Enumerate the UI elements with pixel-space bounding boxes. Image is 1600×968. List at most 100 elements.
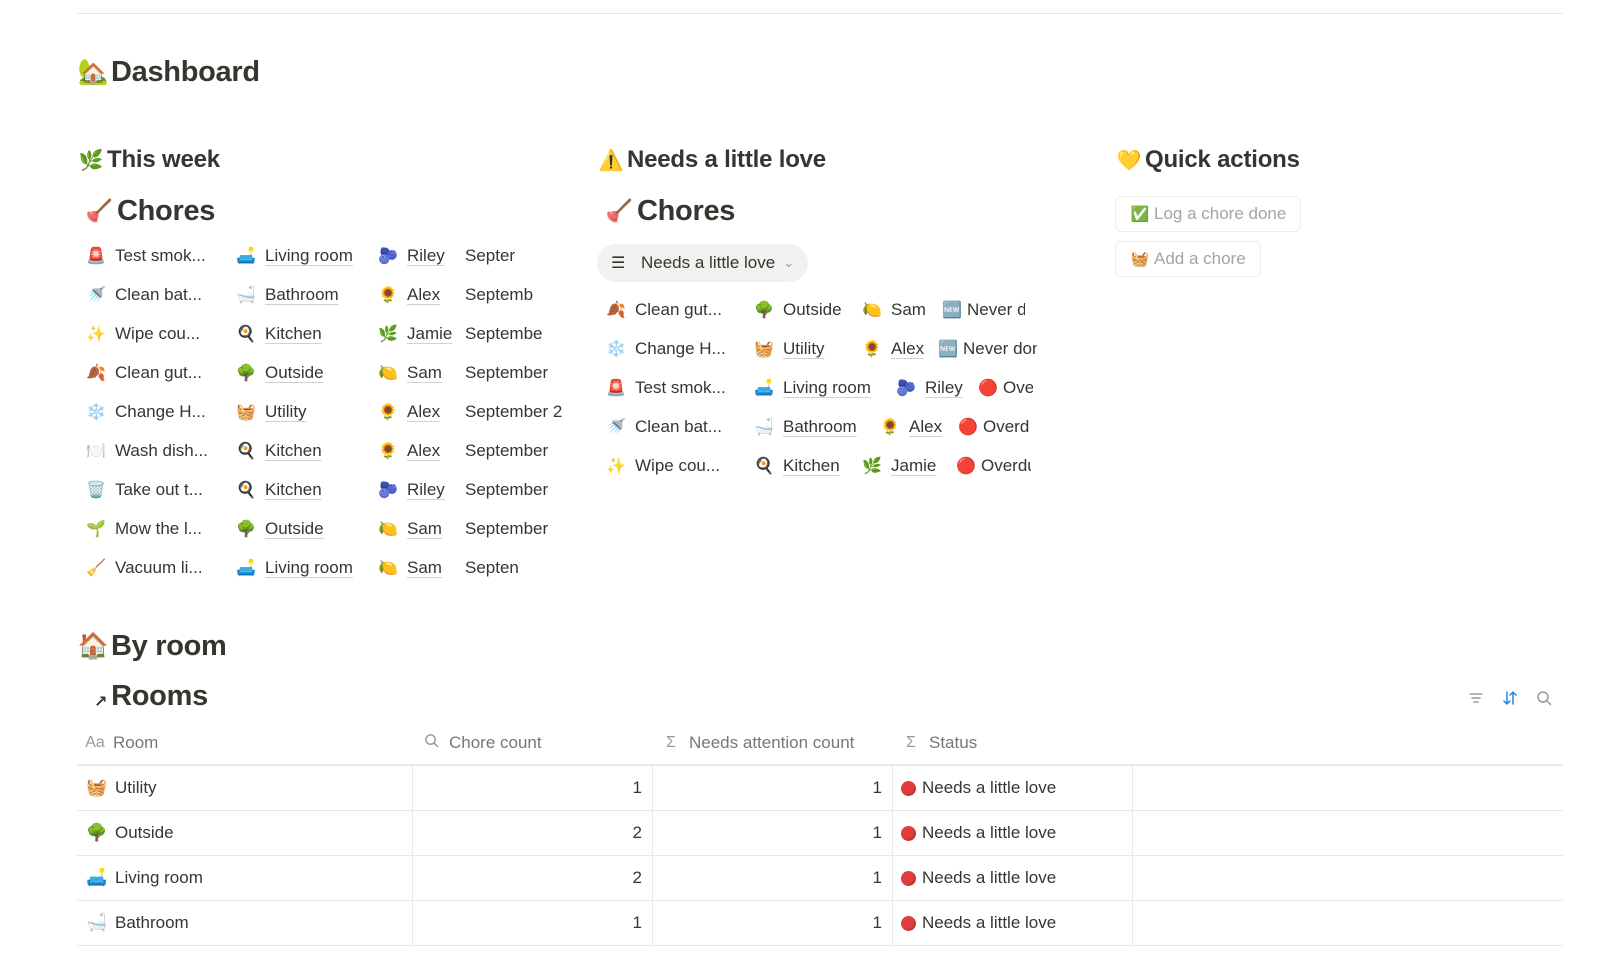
person-link[interactable]: Sam xyxy=(407,558,442,578)
add-chore-button[interactable]: 🧺 Add a chore xyxy=(1115,241,1261,277)
room-link[interactable]: Kitchen xyxy=(265,480,322,500)
person-link[interactable]: Alex xyxy=(407,402,440,422)
list-item[interactable]: 🍽️ Wash dish... 🍳 Kitchen 🌻 Alex September xyxy=(77,431,565,470)
red-circle-icon xyxy=(901,870,916,886)
list-item[interactable]: ✨ Wipe cou... 🍳 Kitchen 🌿 Jamie Septembe xyxy=(77,314,565,353)
room-link[interactable]: Utility xyxy=(265,402,307,422)
list-item[interactable]: 🚨 Test smok... 🛋️ Living room 🫐 Riley 🔴 Ove xyxy=(597,368,1037,407)
person-link[interactable]: Riley xyxy=(407,246,445,266)
person-link[interactable]: Sam xyxy=(407,519,442,539)
person-link[interactable]: Alex xyxy=(407,285,440,305)
chore-title[interactable]: Clean bat... xyxy=(115,285,202,305)
date-value: September xyxy=(465,362,549,382)
status-value: Needs a little love xyxy=(922,778,1057,797)
chore-title[interactable]: Test smok... xyxy=(115,246,206,266)
room-link[interactable]: Living room xyxy=(783,378,871,398)
chores-db-title[interactable]: 🪠 Chores xyxy=(83,190,565,232)
chore-title[interactable]: Change H... xyxy=(635,339,726,359)
person-link[interactable]: Jamie xyxy=(891,456,936,476)
chore-title[interactable]: Change H... xyxy=(115,402,206,422)
seedling-icon: 🌱 xyxy=(86,520,106,538)
list-item[interactable]: 🚿 Clean bat... 🛁 Bathroom 🌻 Alex 🔴 Overd xyxy=(597,407,1037,446)
column-header-status[interactable]: Σ Status xyxy=(893,722,1133,764)
chores-db-title-text[interactable]: Chores xyxy=(117,195,215,228)
table-row[interactable]: 🛁 Bathroom 1 1 Needs a little love xyxy=(77,901,1563,946)
person-link[interactable]: Sam xyxy=(891,300,926,320)
room-link[interactable]: Bathroom xyxy=(265,285,339,305)
view-selector[interactable]: ☰ Needs a little love ⌄ xyxy=(597,244,809,282)
chore-title[interactable]: Vacuum li... xyxy=(115,558,203,578)
search-icon xyxy=(421,733,441,753)
chores-db-title[interactable]: 🪠 Chores xyxy=(603,190,1037,232)
room-name[interactable]: Bathroom xyxy=(115,913,189,933)
chore-title[interactable]: Wipe cou... xyxy=(115,324,200,344)
chore-title[interactable]: Test smok... xyxy=(635,378,726,398)
chore-title[interactable]: Mow the l... xyxy=(115,519,202,539)
table-row[interactable]: 🌳 Outside 2 1 Needs a little love xyxy=(77,811,1563,856)
room-link[interactable]: Kitchen xyxy=(265,441,322,461)
search-icon[interactable] xyxy=(1534,688,1554,708)
room-link[interactable]: Utility xyxy=(783,339,825,359)
red-circle-icon: 🔴 xyxy=(958,418,978,436)
basket-icon: 🧺 xyxy=(754,340,774,358)
list-item[interactable]: 🌱 Mow the l... 🌳 Outside 🍋 Sam September xyxy=(77,509,565,548)
list-item[interactable]: ❄️ Change H... 🧺 Utility 🌻 Alex September 2 xyxy=(77,392,565,431)
log-chore-button[interactable]: ✅ Log a chore done xyxy=(1115,196,1302,232)
quick-actions-heading: 💛 Quick actions xyxy=(1115,142,1301,178)
red-circle-icon: 🔴 xyxy=(978,379,998,397)
list-item[interactable]: 🍂 Clean gut... 🌳 Outside 🍋 Sam 🆕 Never d xyxy=(597,290,1037,329)
room-link[interactable]: Kitchen xyxy=(265,324,322,344)
room-name[interactable]: Outside xyxy=(115,823,174,843)
blueberry-icon: 🫐 xyxy=(896,379,916,397)
list-item[interactable]: ❄️ Change H... 🧺 Utility 🌻 Alex 🆕 Never don xyxy=(597,329,1037,368)
column-header-room[interactable]: Aa Room xyxy=(77,722,413,764)
lemon-icon: 🍋 xyxy=(862,301,882,319)
filter-icon[interactable] xyxy=(1466,688,1486,708)
column-header-chore-count[interactable]: Chore count xyxy=(413,722,653,764)
person-link[interactable]: Riley xyxy=(925,378,963,398)
chore-title[interactable]: Clean bat... xyxy=(635,417,722,437)
list-item[interactable]: 🚿 Clean bat... 🛁 Bathroom 🌻 Alex Septemb xyxy=(77,275,565,314)
column-label: Needs attention count xyxy=(689,733,855,752)
table-row[interactable]: 🛋️ Living room 2 1 Needs a little love xyxy=(77,856,1563,901)
needs-love-column: ⚠️ Needs a little love 🪠 Chores ☰ Needs … xyxy=(597,142,1037,485)
list-item[interactable]: 🚨 Test smok... 🛋️ Living room 🫐 Riley Septe… xyxy=(77,236,565,275)
couch-icon: 🛋️ xyxy=(236,559,256,577)
sort-icon[interactable] xyxy=(1500,688,1520,708)
room-name[interactable]: Living room xyxy=(115,868,203,888)
room-link[interactable]: Living room xyxy=(265,558,353,578)
red-circle-icon xyxy=(901,915,916,931)
siren-icon: 🚨 xyxy=(606,379,626,397)
chore-title[interactable]: Clean gut... xyxy=(115,363,202,383)
room-link[interactable]: Outside xyxy=(783,300,842,320)
status-value: Needs a little love xyxy=(922,823,1057,842)
person-link[interactable]: Jamie xyxy=(407,324,452,344)
table-row[interactable]: 🧺 Utility 1 1 Needs a little love xyxy=(77,765,1563,811)
chores-db-title-text[interactable]: Chores xyxy=(637,195,735,228)
list-item[interactable]: ✨ Wipe cou... 🍳 Kitchen 🌿 Jamie 🔴 Overdu xyxy=(597,446,1037,485)
person-link[interactable]: Riley xyxy=(407,480,445,500)
person-link[interactable]: Alex xyxy=(891,339,924,359)
room-name[interactable]: Utility xyxy=(115,778,157,798)
bathtub-icon: 🛁 xyxy=(754,418,774,436)
room-link[interactable]: Living room xyxy=(265,246,353,266)
chore-title[interactable]: Take out t... xyxy=(115,480,203,500)
list-item[interactable]: 🍂 Clean gut... 🌳 Outside 🍋 Sam September xyxy=(77,353,565,392)
chore-title[interactable]: Wipe cou... xyxy=(635,456,720,476)
room-link[interactable]: Outside xyxy=(265,363,324,383)
column-header-needs-attention[interactable]: Σ Needs attention count xyxy=(653,722,893,764)
basket-icon: 🧺 xyxy=(236,403,256,421)
person-link[interactable]: Alex xyxy=(407,441,440,461)
room-link[interactable]: Outside xyxy=(265,519,324,539)
rooms-db-title[interactable]: ↗ Rooms xyxy=(94,680,208,713)
rooms-db-title-text[interactable]: Rooms xyxy=(111,680,208,713)
list-item[interactable]: 🧹 Vacuum li... 🛋️ Living room 🍋 Sam Septen xyxy=(77,548,565,587)
room-link[interactable]: Bathroom xyxy=(783,417,857,437)
room-link[interactable]: Kitchen xyxy=(783,456,840,476)
blueberry-icon: 🫐 xyxy=(378,247,398,265)
chore-title[interactable]: Clean gut... xyxy=(635,300,722,320)
person-link[interactable]: Alex xyxy=(909,417,942,437)
person-link[interactable]: Sam xyxy=(407,363,442,383)
list-item[interactable]: 🗑️ Take out t... 🍳 Kitchen 🫐 Riley Septembe… xyxy=(77,470,565,509)
chore-title[interactable]: Wash dish... xyxy=(115,441,208,461)
